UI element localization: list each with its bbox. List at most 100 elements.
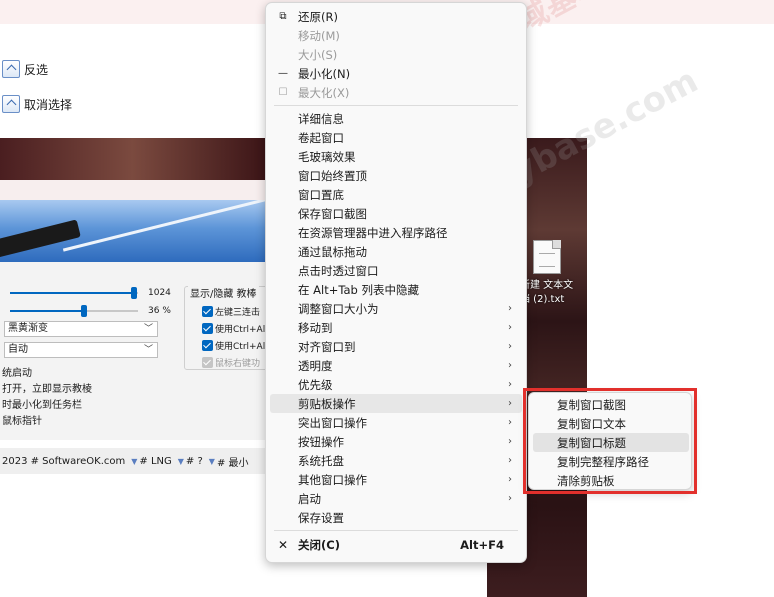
checkbox-ctrl-alt-1[interactable]: 使用Ctrl+Alt+	[202, 321, 266, 335]
opacity-slider-fill	[10, 310, 85, 312]
clipboard-submenu: 复制窗口截图 复制窗口文本 复制窗口标题 复制完整程序路径 清除剪贴板	[528, 392, 692, 490]
dropdown-triangle-icon: ▼	[208, 456, 215, 466]
menu-item-send-to-bottom[interactable]: 窗口置底	[270, 185, 522, 204]
menu-item-label: 还原(R)	[298, 9, 338, 24]
chevron-right-icon: ›	[508, 379, 512, 390]
menu-item-restore[interactable]: ⧉ 还原(R)	[270, 7, 522, 26]
mode-dropdown[interactable]: 自动 ﹀	[4, 342, 158, 358]
menu-item-glass-effect[interactable]: 毛玻璃效果	[270, 147, 522, 166]
invert-selection-button[interactable]: 反选	[2, 56, 48, 82]
gradient-dropdown[interactable]: 黑黄渐变 ﹀	[4, 321, 158, 337]
checkbox-triple-click[interactable]: 左键三连击	[202, 304, 266, 318]
menu-item-label: 保存设置	[298, 510, 344, 525]
chevron-down-icon: ﹀	[143, 324, 153, 334]
text-file-icon[interactable]	[533, 240, 561, 274]
menu-item-highlight-window[interactable]: 突出窗口操作 ›	[270, 413, 522, 432]
menu-item-open-in-explorer[interactable]: 在资源管理器中进入程序路径	[270, 223, 522, 242]
menu-item-align-to[interactable]: 对齐窗口到 ›	[270, 337, 522, 356]
menu-item-label: 移动(M)	[298, 28, 340, 43]
dropdown-triangle-icon: ▼	[177, 456, 184, 466]
minimize-icon: —	[278, 68, 288, 79]
menu-item-always-on-top[interactable]: 窗口始终置顶	[270, 166, 522, 185]
size-slider-value: 1024	[148, 288, 171, 298]
menu-item-label: 窗口始终置顶	[298, 168, 367, 183]
menu-item-transparency[interactable]: 透明度 ›	[270, 356, 522, 375]
size-slider[interactable]	[10, 287, 138, 299]
menu-item-button-actions[interactable]: 按钮操作 ›	[270, 432, 522, 451]
deselect-button[interactable]: 取消选择	[2, 91, 72, 117]
menu-item-label: 突出窗口操作	[298, 415, 367, 430]
checkbox-label: 鼠标右键功	[215, 358, 261, 369]
menu-item-move-to[interactable]: 移动到 ›	[270, 318, 522, 337]
menu-item-label: 关闭(C)	[298, 537, 340, 552]
size-slider-thumb[interactable]	[131, 287, 138, 299]
menu-item-label: 系统托盘	[298, 453, 344, 468]
chevron-right-icon: ›	[508, 322, 512, 333]
menu-item-details[interactable]: 详细信息	[270, 109, 522, 128]
menu-item-clipboard[interactable]: 剪贴板操作 ›	[270, 394, 522, 413]
menu-item-label: 详细信息	[298, 111, 344, 126]
menu-item-priority[interactable]: 优先级 ›	[270, 375, 522, 394]
menu-item-label: 按钮操作	[298, 434, 344, 449]
status-minimize[interactable]: # 最小	[217, 454, 249, 469]
checkbox-right-click: 鼠标右键功	[202, 355, 266, 369]
select-icon	[2, 60, 20, 78]
submenu-item-copy-screenshot[interactable]: 复制窗口截图	[533, 395, 689, 414]
menu-item-label: 调整窗口大小为	[298, 301, 379, 316]
menu-item-minimize[interactable]: — 最小化(N)	[270, 64, 522, 83]
menu-item-label: 最大化(X)	[298, 85, 350, 100]
menu-item-size: 大小(S)	[270, 45, 522, 64]
status-bar: 2023 # SoftwareOK.com ▼ # LNG ▼ # ? ▼ # …	[0, 448, 265, 474]
pen-shape	[0, 219, 81, 259]
checkbox-checked-icon	[202, 339, 213, 351]
preview-divider	[0, 180, 265, 200]
checkbox-ctrl-alt-2[interactable]: 使用Ctrl+Alt+	[202, 338, 266, 352]
submenu-item-label: 复制窗口标题	[557, 435, 626, 450]
option-show-on-open[interactable]: 打开，立即显示教棱	[2, 380, 92, 395]
menu-item-click-through[interactable]: 点击时透过窗口	[270, 261, 522, 280]
chevron-right-icon: ›	[508, 360, 512, 371]
menu-item-hide-alt-tab[interactable]: 在 Alt+Tab 列表中隐藏	[270, 280, 522, 299]
opacity-slider-thumb[interactable]	[81, 305, 88, 317]
preview-image-top	[0, 138, 265, 180]
submenu-item-copy-title[interactable]: 复制窗口标题	[533, 433, 689, 452]
menu-item-other-actions[interactable]: 其他窗口操作 ›	[270, 470, 522, 489]
menu-item-save-screenshot[interactable]: 保存窗口截图	[270, 204, 522, 223]
status-help[interactable]: # ?	[186, 456, 203, 467]
menu-item-roll-up[interactable]: 卷起窗口	[270, 128, 522, 147]
opacity-slider[interactable]	[10, 305, 138, 317]
option-autostart[interactable]: 统启动	[2, 364, 32, 379]
size-slider-fill	[10, 292, 135, 294]
menu-item-label: 对齐窗口到	[298, 339, 356, 354]
empty-area	[0, 474, 265, 597]
menu-item-resize-to[interactable]: 调整窗口大小为 ›	[270, 299, 522, 318]
menu-separator	[274, 530, 518, 531]
status-language[interactable]: # LNG	[139, 456, 171, 467]
menu-item-maximize: ☐ 最大化(X)	[270, 83, 522, 102]
dropdown-triangle-icon: ▼	[131, 456, 138, 466]
menu-item-label: 窗口置底	[298, 187, 344, 202]
desktop-file-label[interactable]: 新建 文本文档 (2).txt	[520, 279, 580, 307]
gradient-dropdown-value: 黑黄渐变	[8, 323, 48, 334]
menu-item-close[interactable]: ✕ 关闭(C) Alt+F4	[270, 535, 522, 554]
menu-item-startup[interactable]: 启动 ›	[270, 489, 522, 508]
submenu-item-clear-clipboard[interactable]: 清除剪贴板	[533, 471, 689, 490]
menu-item-move: 移动(M)	[270, 26, 522, 45]
menu-item-label: 在 Alt+Tab 列表中隐藏	[298, 282, 419, 297]
menu-item-drag-by-mouse[interactable]: 通过鼠标拖动	[270, 242, 522, 261]
chevron-right-icon: ›	[508, 474, 512, 485]
option-mouse-pointer[interactable]: 鼠标指针	[2, 412, 42, 427]
menu-item-label: 保存窗口截图	[298, 206, 367, 221]
menu-item-label: 在资源管理器中进入程序路径	[298, 225, 448, 240]
chevron-right-icon: ›	[508, 455, 512, 466]
menu-item-system-tray[interactable]: 系统托盘 ›	[270, 451, 522, 470]
status-copyright[interactable]: 2023 # SoftwareOK.com	[2, 456, 125, 467]
submenu-item-copy-path[interactable]: 复制完整程序路径	[533, 452, 689, 471]
submenu-item-copy-text[interactable]: 复制窗口文本	[533, 414, 689, 433]
option-minimize-taskbar[interactable]: 时最小化到任务栏	[2, 396, 82, 411]
close-icon: ✕	[277, 537, 289, 552]
submenu-item-label: 复制窗口文本	[557, 416, 626, 431]
menu-item-save-settings[interactable]: 保存设置	[270, 508, 522, 527]
chevron-down-icon: ﹀	[143, 345, 153, 355]
mode-dropdown-value: 自动	[8, 344, 28, 355]
